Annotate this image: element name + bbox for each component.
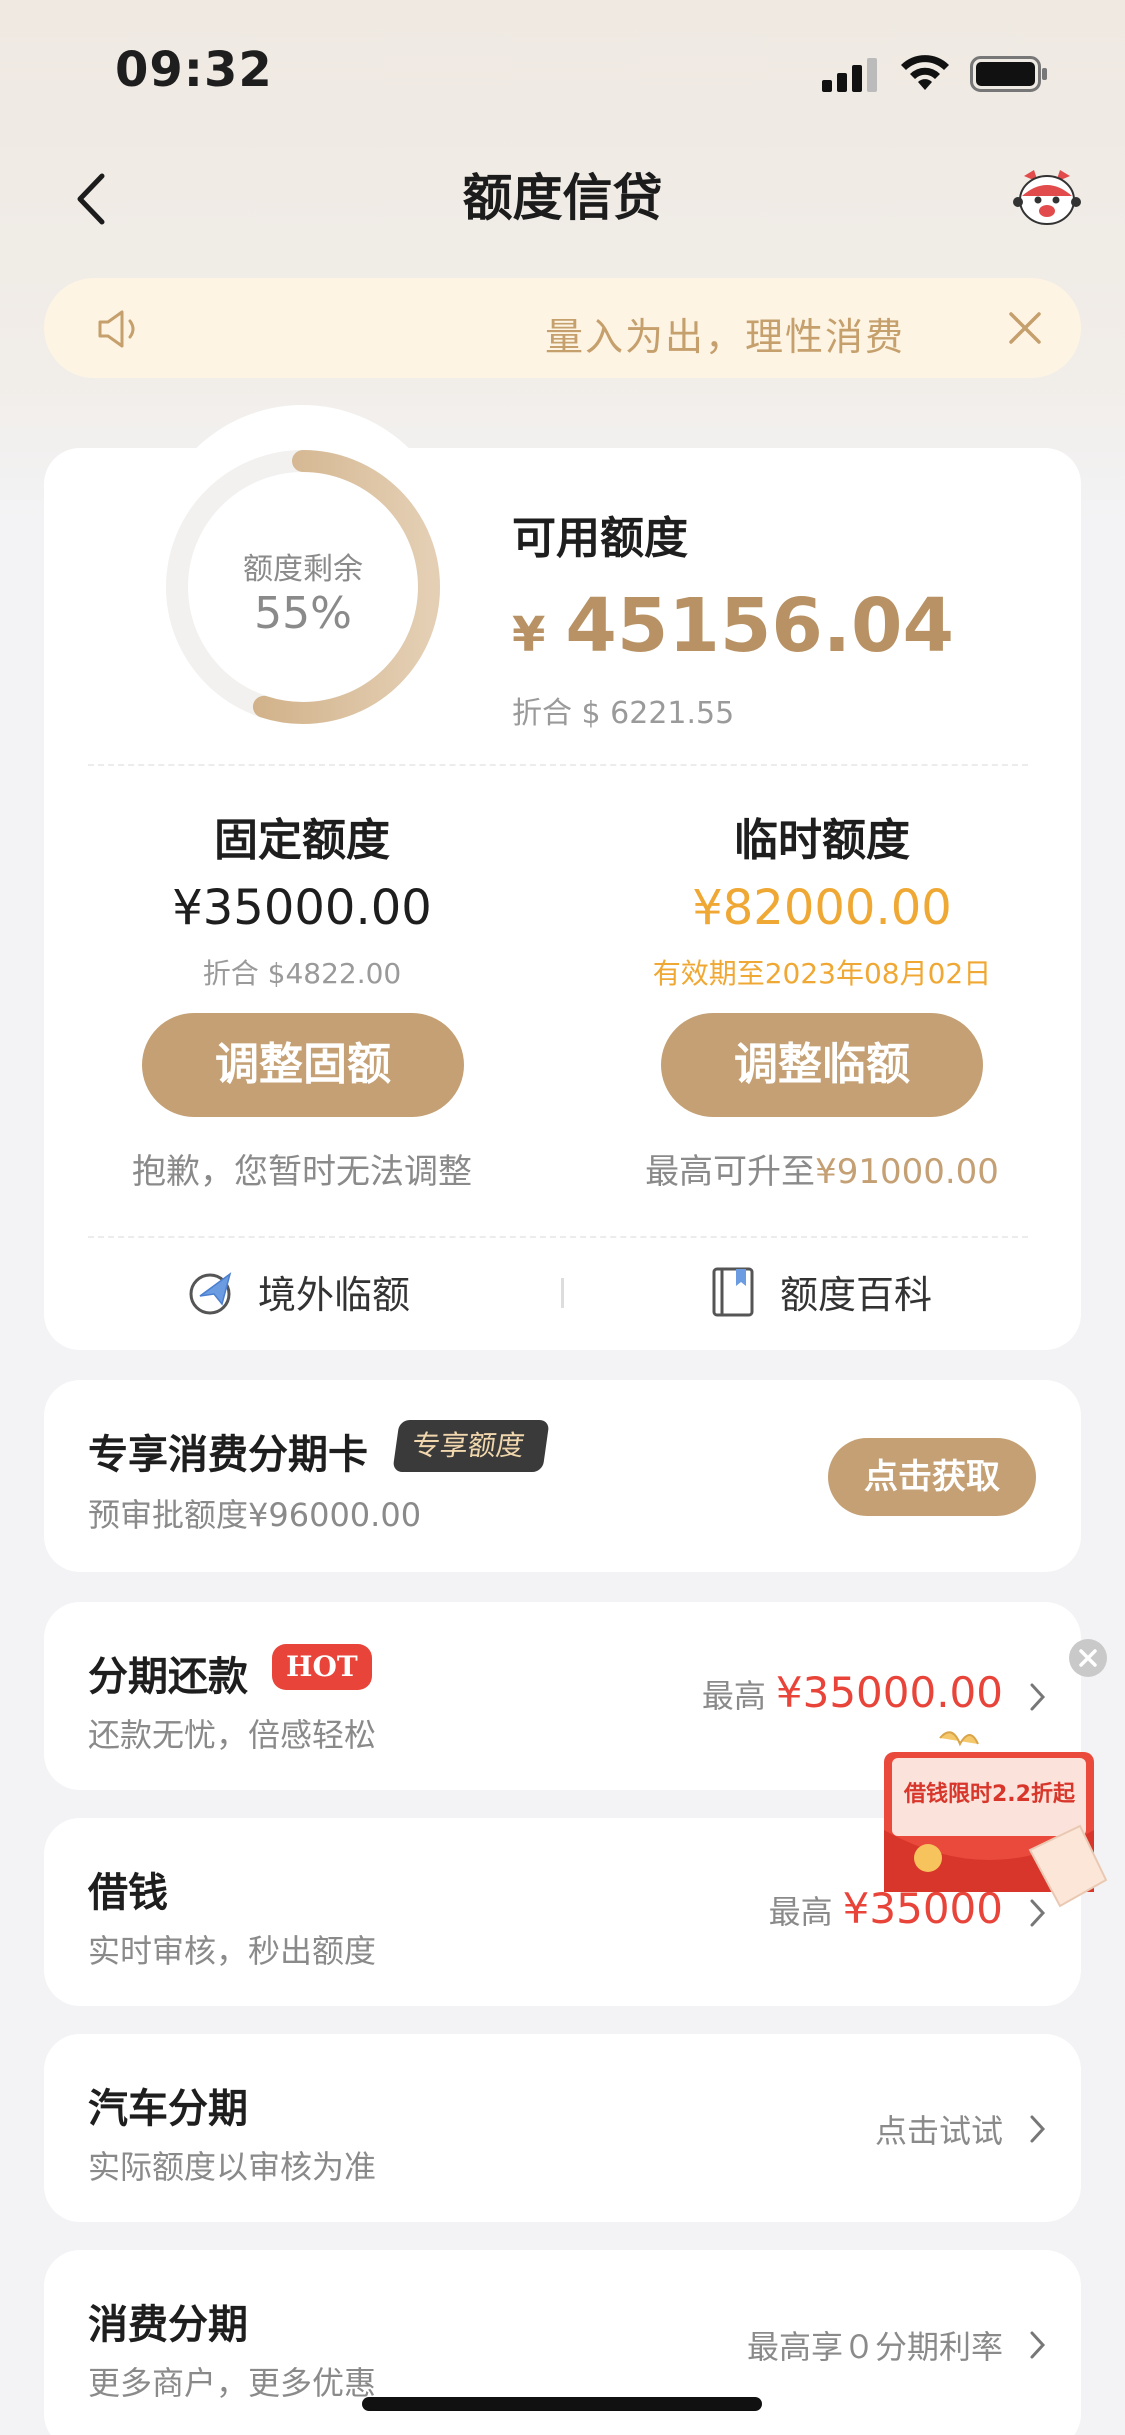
notice-text: 量入为出，理性消费: [544, 315, 905, 359]
adjust-fixed-button[interactable]: 调整固额: [142, 1013, 464, 1117]
quota-encyclopedia-link[interactable]: 额度百科: [708, 1264, 932, 1319]
fixed-quota-amount: ¥35000.00: [172, 880, 432, 936]
status-time: 09:32: [115, 42, 273, 98]
fixed-quota-usd: 折合 $4822.00: [202, 957, 402, 990]
chevron-right-icon: [1030, 1683, 1046, 1711]
adjust-temp-button[interactable]: 调整临额: [661, 1013, 983, 1117]
speaker-icon: [98, 310, 135, 348]
row-title: 消费分期: [88, 2302, 248, 2348]
row-right-value: 最高 ¥35000.00: [702, 1668, 1003, 1717]
home-indicator: [362, 2397, 762, 2411]
mascot-service-icon[interactable]: [1012, 166, 1082, 228]
fixed-quota-title: 固定额度: [214, 815, 390, 866]
fixed-quota-note: 抱歉，您暂时无法调整: [132, 1152, 472, 1192]
available-quota-label: 可用额度: [512, 513, 688, 564]
hot-badge: HOT: [272, 1644, 372, 1690]
exclusive-card-subtitle: 预审批额度¥96000.00: [88, 1496, 422, 1534]
temp-note-prefix: 最高可升至: [645, 1152, 816, 1192]
row-subtitle: 更多商户，更多优惠: [88, 2364, 377, 2402]
page-title: 额度信贷: [462, 169, 663, 227]
row-title: 汽车分期: [88, 2086, 248, 2132]
row-right-text: 最高享０分期利率: [746, 2328, 1003, 2366]
row-subtitle: 还款无忧，倍感轻松: [88, 1716, 377, 1754]
get-now-button[interactable]: 点击获取: [828, 1438, 1036, 1516]
promo-text: 借钱限时2.2折起: [904, 1782, 1075, 1807]
exclusive-quota-badge: 专享额度: [392, 1420, 550, 1472]
row-right-text: 点击试试: [874, 2112, 1003, 2150]
overseas-temp-label: 境外临额: [258, 1273, 411, 1317]
temp-quota-amount: ¥82000.00: [692, 880, 952, 936]
temp-quota-validity: 有效期至2023年08月02日: [652, 957, 992, 990]
temp-quota-title: 临时额度: [734, 815, 910, 866]
overseas-temp-link[interactable]: 境外临额: [186, 1264, 410, 1319]
plane-globe-icon: [189, 1271, 232, 1314]
red-envelope-icon: [884, 1731, 1108, 1908]
ring-label: 额度剩余: [243, 552, 363, 587]
divider: [88, 764, 1028, 766]
currency-symbol: ¥: [512, 607, 546, 663]
available-amount-value: 45156.04: [565, 583, 954, 669]
row-right-amount: ¥35000.00: [775, 1668, 1003, 1717]
book-icon: [712, 1267, 754, 1316]
row-subtitle: 实际额度以审核为准: [88, 2148, 377, 2186]
notice-bar: 量入为出，理性消费: [44, 278, 1081, 378]
exclusive-card-title: 专享消费分期卡: [88, 1432, 368, 1478]
available-quota-amount: ¥45156.04: [512, 583, 954, 669]
promo-close-icon[interactable]: [1068, 1638, 1108, 1678]
available-quota-usd: 折合 $ 6221.55: [512, 696, 735, 731]
signal-icon: [822, 56, 878, 92]
row-subtitle: 实时审核，秒出额度: [88, 1932, 377, 1970]
close-icon[interactable]: [1005, 308, 1045, 348]
ring-percent: 55%: [254, 588, 352, 639]
row-title: 分期还款: [88, 1654, 248, 1700]
wifi-icon: [901, 55, 949, 90]
divider: [88, 1236, 1028, 1238]
chevron-right-icon: [1030, 2331, 1046, 2359]
battery-icon: [970, 56, 1047, 92]
link-separator: [561, 1278, 564, 1308]
temp-quota-note: 最高可升至¥91000.00: [592, 1144, 1052, 1193]
quota-encyclopedia-label: 额度百科: [780, 1273, 933, 1317]
row-right-prefix: 最高: [768, 1893, 833, 1931]
temp-note-value: ¥91000.00: [815, 1152, 999, 1192]
chevron-right-icon: [1030, 2115, 1046, 2143]
row-right-prefix: 最高: [701, 1677, 766, 1715]
borrow-promo-envelope[interactable]: 借钱限时2.2折起: [880, 1730, 1120, 1910]
row-title: 借钱: [88, 1870, 168, 1916]
